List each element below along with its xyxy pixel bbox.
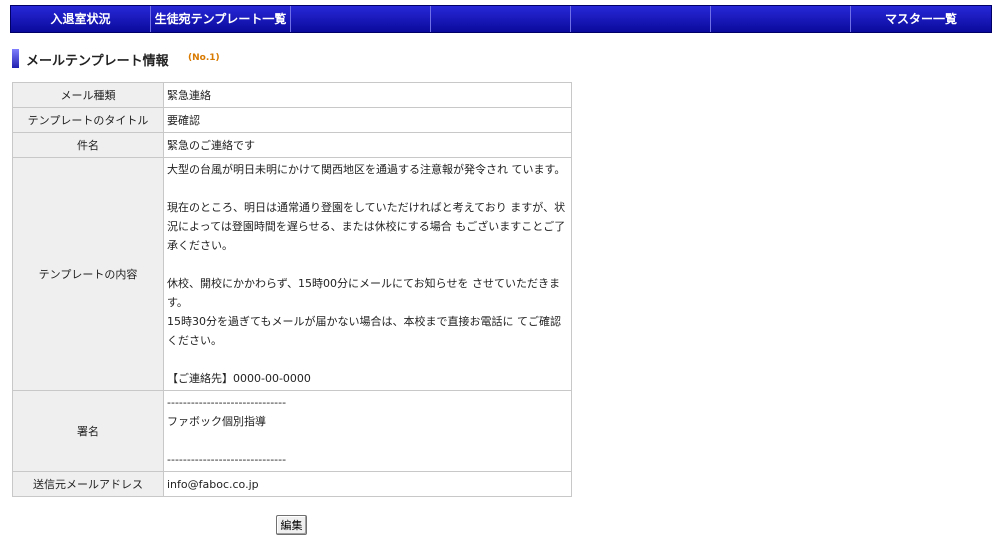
table-row-mail-type: メール種類 緊急連絡	[12, 82, 572, 108]
table-row-sender: 送信元メールアドレス info@faboc.co.jp	[12, 471, 572, 497]
content-paragraph: 15時30分を過ぎてもメールが届かない場合は、本校まで直接お電話に てご確認くだ…	[167, 315, 561, 347]
table-row-content: テンプレートの内容 大型の台風が明日未明にかけて関西地区を通過する注意報が発令さ…	[12, 157, 572, 391]
signature-label: 署名	[12, 390, 164, 472]
content-label: テンプレートの内容	[12, 157, 164, 391]
mail-type-label: メール種類	[12, 82, 164, 108]
signature-line: ------------------------------	[167, 396, 287, 409]
template-info-table: メール種類 緊急連絡 テンプレートのタイトル 要確認 件名 緊急のご連絡です テ…	[12, 82, 572, 497]
edit-button[interactable]: 編集	[276, 515, 307, 535]
page-title: メールテンプレート情報	[26, 54, 169, 69]
template-number: (No.1)	[188, 53, 220, 63]
table-row-subject: 件名 緊急のご連絡です	[12, 132, 572, 158]
template-title-value: 要確認	[163, 107, 572, 133]
nav-tab-master-list[interactable]: マスター一覧	[851, 6, 991, 32]
nav-tab-student-template-list[interactable]: 生徒宛テンプレート一覧	[151, 6, 291, 32]
table-row-signature: 署名 ------------------------------ ファボック個…	[12, 390, 572, 472]
subject-value: 緊急のご連絡です	[163, 132, 572, 158]
table-row-template-title: テンプレートのタイトル 要確認	[12, 107, 572, 133]
subject-label: 件名	[12, 132, 164, 158]
content-paragraph: 【ご連絡先】0000-00-0000	[167, 372, 311, 385]
sender-email-label: 送信元メールアドレス	[12, 471, 164, 497]
content-paragraph: 現在のところ、明日は通常通り登園をしていただければと考えており ますが、状況によ…	[167, 201, 566, 252]
top-navigation-bar: 入退室状況 生徒宛テンプレート一覧 マスター一覧	[10, 5, 992, 33]
template-title-label: テンプレートのタイトル	[12, 107, 164, 133]
content-paragraph: 大型の台風が明日未明にかけて関西地区を通過する注意報が発令され ています。	[167, 163, 566, 176]
nav-tab-empty	[431, 6, 571, 32]
signature-line: ファボック個別指導	[167, 415, 266, 428]
nav-tab-empty	[711, 6, 851, 32]
signature-line	[167, 431, 568, 450]
content-value: 大型の台風が明日未明にかけて関西地区を通過する注意報が発令され ています。 現在…	[163, 157, 572, 391]
sender-email-value: info@faboc.co.jp	[163, 471, 572, 497]
signature-value: ------------------------------ ファボック個別指導…	[163, 390, 572, 472]
content-paragraph: 休校、開校にかかわらず、15時00分にメールにてお知らせを させていただきます。	[167, 277, 560, 309]
heading-accent-bar	[12, 49, 19, 68]
nav-tab-entry-exit-status[interactable]: 入退室状況	[11, 6, 151, 32]
nav-tab-empty	[291, 6, 431, 32]
signature-line: ------------------------------	[167, 453, 287, 466]
mail-type-value: 緊急連絡	[163, 82, 572, 108]
nav-tab-empty	[571, 6, 711, 32]
